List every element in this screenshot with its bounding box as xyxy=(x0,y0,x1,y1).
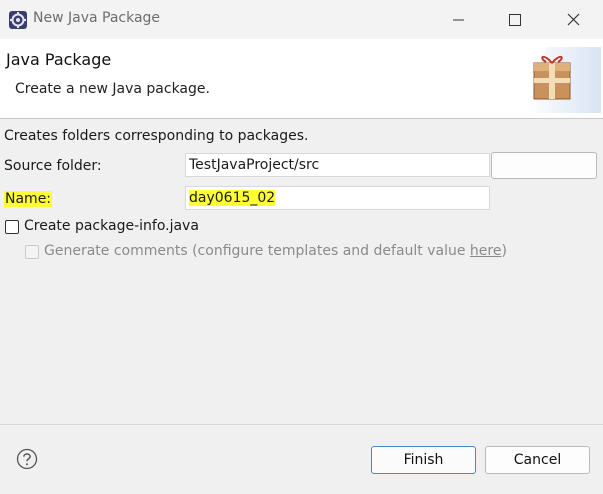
generate-comments-label: Generate comments (configure templates a… xyxy=(44,243,507,259)
eclipse-gear-icon xyxy=(9,11,27,29)
wizard-header: Java Package Create a new Java package. xyxy=(0,39,603,119)
window-title: New Java Package xyxy=(33,10,161,26)
create-package-info-checkbox[interactable] xyxy=(5,220,19,234)
wizard-title: Java Package xyxy=(6,50,112,69)
close-icon xyxy=(567,13,580,26)
name-label: Name: xyxy=(4,191,53,207)
finish-button[interactable]: Finish xyxy=(371,446,476,474)
minimize-icon xyxy=(453,19,464,21)
maximize-icon xyxy=(509,14,521,26)
generate-comments-suffix: ) xyxy=(501,243,507,259)
wizard-content: Creates folders corresponding to package… xyxy=(0,119,603,424)
create-package-info-label[interactable]: Create package-info.java xyxy=(24,218,199,234)
wizard-description: Create a new Java package. xyxy=(15,81,210,97)
close-button[interactable] xyxy=(547,0,603,39)
generate-comments-checkbox xyxy=(25,245,39,259)
browse-button[interactable] xyxy=(491,152,597,179)
configure-templates-link[interactable]: here xyxy=(470,243,502,259)
minimize-button[interactable] xyxy=(431,0,487,39)
package-name-value: day0615_02 xyxy=(189,190,276,206)
button-bar: Finish Cancel xyxy=(0,424,603,494)
package-box-icon xyxy=(526,47,601,113)
cancel-button[interactable]: Cancel xyxy=(485,446,590,474)
maximize-button[interactable] xyxy=(487,0,543,39)
package-name-input[interactable]: day0615_02 xyxy=(185,186,490,210)
help-icon[interactable] xyxy=(16,448,38,470)
generate-comments-text: Generate comments (configure templates a… xyxy=(44,243,470,259)
source-folder-label: Source folder: xyxy=(4,158,102,174)
info-message: Creates folders corresponding to package… xyxy=(4,128,309,144)
source-folder-input[interactable]: TestJavaProject/src xyxy=(185,153,490,177)
title-bar: New Java Package xyxy=(0,0,603,39)
